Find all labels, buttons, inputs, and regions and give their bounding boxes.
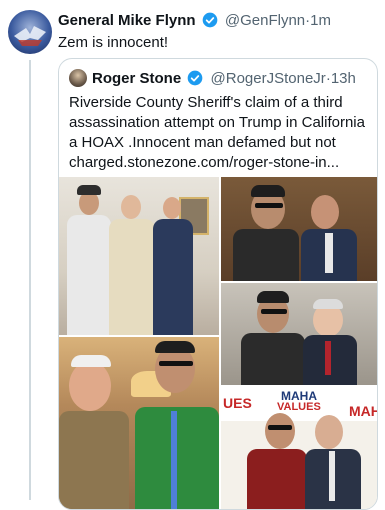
thread-line [29,60,31,500]
tweet-header: General Mike Flynn @GenFlynn·1m [58,11,331,34]
banner-sub-text: VALUES [277,401,321,413]
quoted-tweet-card[interactable]: Roger Stone @RogerJStoneJr·13h Riverside… [58,58,378,510]
quoted-author-avatar[interactable] [69,69,87,87]
quoted-tweet-time[interactable]: 13h [331,70,356,87]
photo-maha-banner[interactable]: UES MAHA VALUES MAH [221,387,377,509]
verified-badge-icon [202,12,218,34]
quoted-author-handle[interactable]: @RogerJStoneJr [211,70,326,87]
banner-right-text: MAH [349,403,377,419]
author-avatar[interactable] [8,10,52,54]
banner-left-text: UES [223,395,252,411]
author-handle[interactable]: @GenFlynn [225,12,305,29]
tweet-time[interactable]: 1m [310,12,331,29]
verified-badge-icon [187,70,203,92]
photo-selfie-older-man[interactable] [221,283,377,385]
quoted-tweet-header: Roger Stone @RogerJStoneJr·13h [69,69,356,92]
photo-group-standing[interactable] [59,177,219,335]
author-name[interactable]: General Mike Flynn [58,12,196,29]
photo-selfie-suit[interactable] [221,177,377,281]
photo-grid: UES MAHA VALUES MAH [59,177,377,509]
photo-selfie-jacket[interactable] [59,337,219,509]
tweet-text: Zem is innocent! [58,34,169,51]
quoted-tweet-text: Riverside County Sheriff's claim of a th… [69,94,365,171]
quoted-author-name[interactable]: Roger Stone [92,70,181,87]
